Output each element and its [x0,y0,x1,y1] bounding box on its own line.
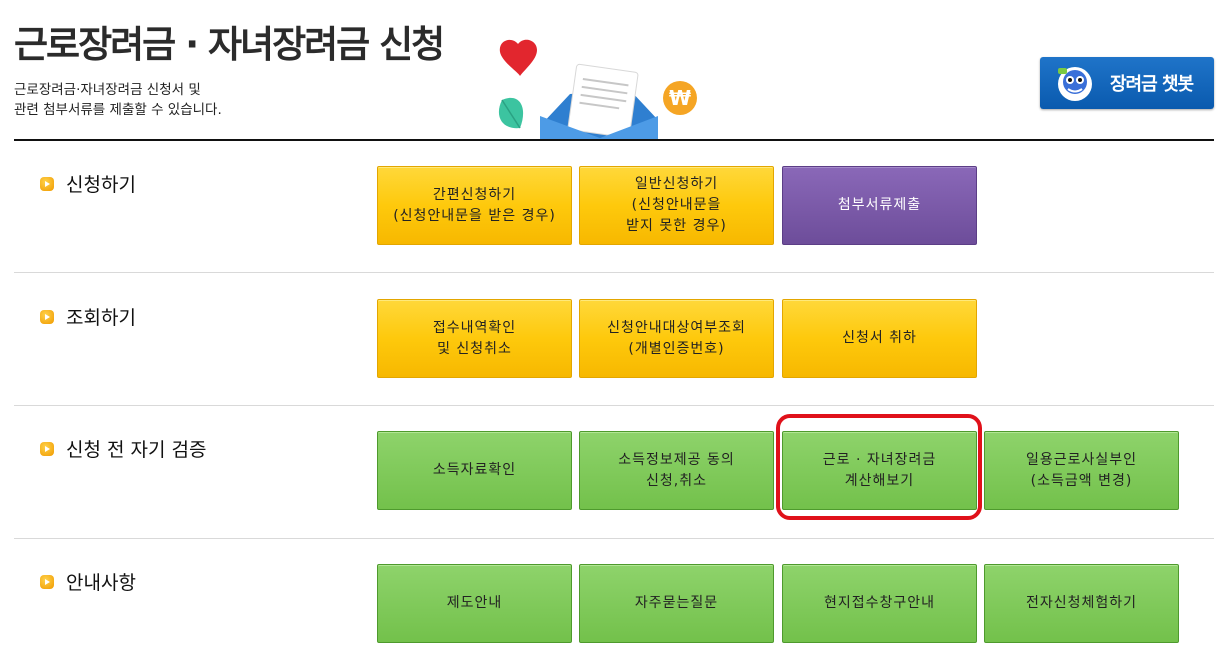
page-title: 근로장려금 · 자녀장려금 신청 [14,23,445,66]
arrow-bullet-icon [40,441,54,456]
general-apply-button[interactable]: 일반신청하기 (신청안내문을 받지 못한 경우) [579,166,774,245]
chatbot-label: 장려금 챗봇 [1110,74,1194,95]
section-inquiry-label: 조회하기 [66,307,136,329]
section-self-check: 신청 전 자기 검증 [40,435,206,462]
income-info-consent-button[interactable]: 소득정보제공 동의 신청,취소 [579,431,774,510]
arrow-bullet-icon [40,176,54,191]
section-divider [14,538,1214,539]
section-divider [14,272,1214,273]
arrow-bullet-icon [40,574,54,589]
section-notice: 안내사항 [40,568,136,595]
section-divider [14,405,1214,406]
svg-text:₩: ₩ [669,86,691,110]
withdraw-application-button[interactable]: 신청서 취하 [782,299,977,378]
robot-mascot-icon [1058,67,1092,101]
income-data-check-button[interactable]: 소득자료확인 [377,431,572,510]
receipt-check-button[interactable]: 접수내역확인 및 신청취소 [377,299,572,378]
envelope-illustration-icon: ₩ [498,39,697,140]
simple-apply-button[interactable]: 간편신청하기 (신청안내문을 받은 경우) [377,166,572,245]
section-apply: 신청하기 [40,170,136,197]
page-description: 근로장려금·자녀장려금 신청서 및 관련 첨부서류를 제출할 수 있습니다. [14,82,222,118]
e-application-trial-button[interactable]: 전자신청체험하기 [984,564,1179,643]
section-notice-label: 안내사항 [66,572,136,594]
calculate-incentive-button[interactable]: 근로 · 자녀장려금 계산해보기 [782,431,977,510]
eligibility-lookup-button[interactable]: 신청안내대상여부조회 (개별인증번호) [579,299,774,378]
header-divider [14,139,1214,141]
daily-work-denial-button[interactable]: 일용근로사실부인 (소득금액 변경) [984,431,1179,510]
local-office-guide-button[interactable]: 현지접수창구안내 [782,564,977,643]
section-self-check-label: 신청 전 자기 검증 [66,439,207,461]
system-guide-button[interactable]: 제도안내 [377,564,572,643]
section-apply-label: 신청하기 [66,174,136,196]
arrow-bullet-icon [40,309,54,324]
section-inquiry: 조회하기 [40,303,136,330]
chatbot-button[interactable]: 장려금 챗봇 [1040,57,1214,109]
submit-attachments-button[interactable]: 첨부서류제출 [782,166,977,245]
faq-button[interactable]: 자주묻는질문 [579,564,774,643]
